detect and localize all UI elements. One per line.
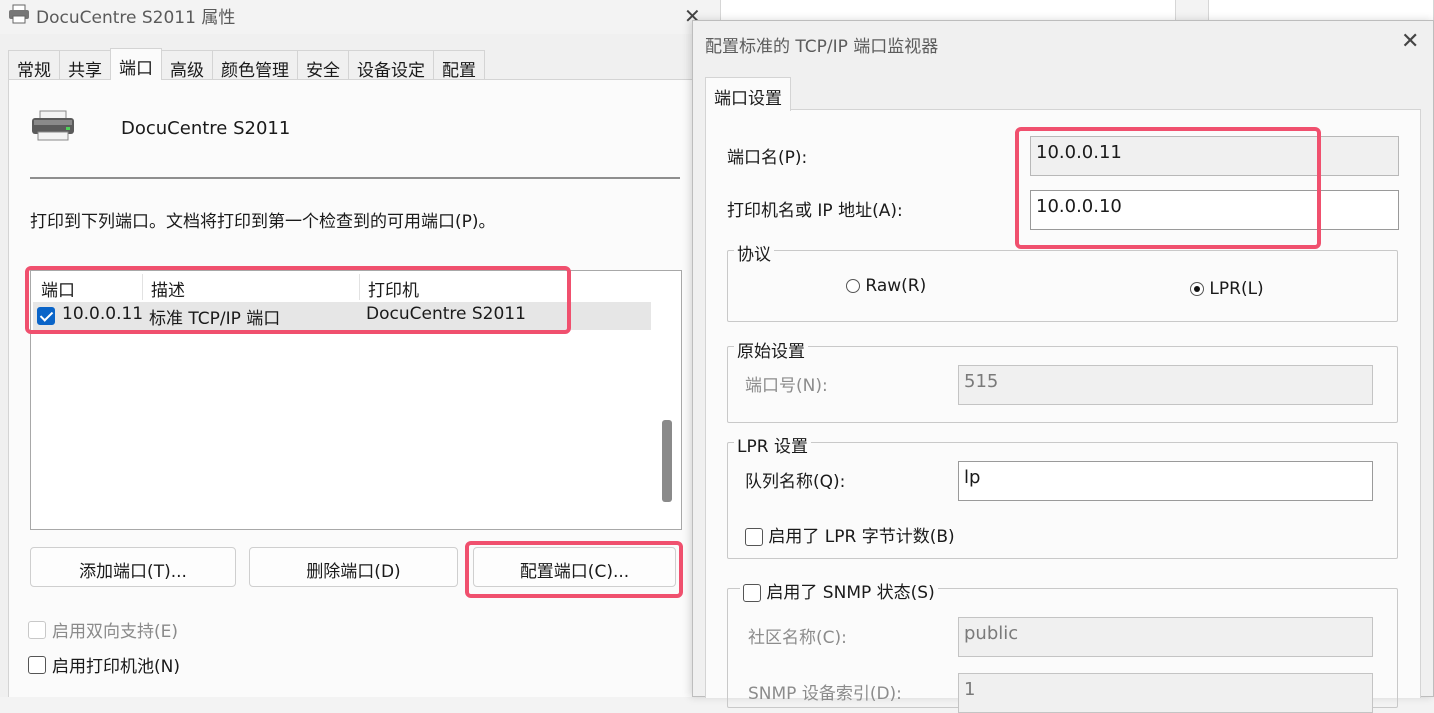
byte-count-label: 启用了 LPR 字节计数(B) (768, 527, 955, 547)
lpr-radio-label: LPR(L) (1209, 279, 1264, 299)
window-title: DocuCentre S2011 属性 (36, 8, 236, 28)
lpr-radio[interactable] (1190, 282, 1204, 296)
printer-large-icon (32, 110, 74, 141)
title-bar: DocuCentre S2011 属性 ✕ (0, 0, 718, 34)
bidirectional-option[interactable]: 启用双向支持(E) (28, 617, 178, 642)
tab-port-settings[interactable]: 端口设置 (705, 77, 791, 111)
host-address-input[interactable]: 10.0.0.10 (1030, 190, 1399, 230)
pooling-checkbox[interactable] (28, 655, 46, 674)
lpr-radio-option[interactable]: LPR(L) (1190, 279, 1264, 299)
raw-settings-legend: 原始设置 (734, 337, 808, 362)
printer-icon (9, 4, 29, 24)
device-index-label: SNMP 设备索引(D): (748, 684, 902, 704)
description-cell: 标准 TCP/IP 端口 (149, 309, 281, 329)
device-index-field[interactable]: 1 (958, 673, 1373, 713)
printer-name: DocuCentre S2011 (121, 118, 291, 139)
protocol-group (727, 250, 1398, 322)
pooling-label: 启用打印机池(N) (52, 657, 180, 677)
tab-general[interactable]: 常规 (8, 50, 60, 81)
scrollbar-thumb[interactable] (662, 420, 672, 502)
delete-port-button[interactable]: 删除端口(D) (249, 547, 458, 587)
protocol-legend: 协议 (734, 240, 774, 265)
community-name-label: 社区名称(C): (748, 628, 847, 648)
raw-radio[interactable] (846, 279, 860, 293)
printer-properties-window: DocuCentre S2011 属性 ✕ 常规 共享 端口 高级 颜色管理 安… (0, 0, 718, 697)
background-window (1208, 0, 1434, 22)
add-port-button[interactable]: 添加端口(T)... (30, 547, 236, 587)
tab-security[interactable]: 安全 (297, 50, 349, 81)
queue-name-input[interactable]: lp (958, 461, 1373, 501)
port-cell: 10.0.0.11 (62, 304, 144, 324)
snmp-label: 启用了 SNMP 状态(S) (766, 583, 935, 603)
byte-count-checkbox[interactable] (745, 528, 763, 546)
close-icon[interactable]: ✕ (1401, 29, 1419, 54)
configure-port-button[interactable]: 配置端口(C)... (473, 547, 676, 587)
queue-name-label: 队列名称(Q): (745, 472, 846, 492)
tcpip-port-dialog: 配置标准的 TCP/IP 端口监视器 ✕ 端口设置 端口名(P): 10.0.0… (692, 20, 1434, 713)
separator (30, 177, 680, 179)
background-window (720, 0, 1176, 22)
column-header-printer[interactable]: 打印机 (360, 274, 650, 301)
port-checkbox[interactable] (37, 306, 55, 326)
port-number-label: 端口号(N): (745, 376, 828, 396)
byte-count-option[interactable]: 启用了 LPR 字节计数(B) (745, 522, 955, 547)
bidirectional-label: 启用双向支持(E) (52, 622, 179, 642)
raw-radio-label: Raw(R) (865, 276, 927, 296)
tab-device-settings[interactable]: 设备设定 (348, 50, 434, 81)
tab-bar: 常规 共享 端口 高级 颜色管理 安全 设备设定 配置 (8, 48, 485, 81)
bidirectional-checkbox[interactable] (28, 620, 46, 639)
port-instruction: 打印到下列端口。文档将打印到第一个检查到的可用端口(P)。 (30, 212, 496, 232)
snmp-option[interactable]: 启用了 SNMP 状态(S) (740, 578, 938, 603)
community-name-field[interactable]: public (958, 617, 1373, 657)
tab-ports[interactable]: 端口 (110, 48, 162, 80)
tab-sharing[interactable]: 共享 (59, 50, 111, 81)
pooling-option[interactable]: 启用打印机池(N) (28, 652, 180, 677)
dialog-title: 配置标准的 TCP/IP 端口监视器 (705, 37, 939, 57)
port-name-label: 端口名(P): (727, 148, 808, 168)
lpr-settings-legend: LPR 设置 (734, 432, 811, 457)
host-address-label: 打印机名或 IP 地址(A): (727, 201, 903, 221)
tab-advanced[interactable]: 高级 (161, 50, 213, 81)
column-header-description[interactable]: 描述 (143, 274, 360, 301)
port-number-field[interactable]: 515 (958, 365, 1373, 405)
tab-color-management[interactable]: 颜色管理 (212, 50, 298, 81)
raw-radio-option[interactable]: Raw(R) (846, 276, 926, 296)
port-name-field[interactable]: 10.0.0.11 (1030, 136, 1399, 176)
tab-configuration[interactable]: 配置 (433, 50, 485, 81)
snmp-checkbox[interactable] (743, 584, 761, 602)
column-header-port[interactable]: 端口 (33, 274, 143, 301)
printer-cell: DocuCentre S2011 (366, 304, 526, 324)
